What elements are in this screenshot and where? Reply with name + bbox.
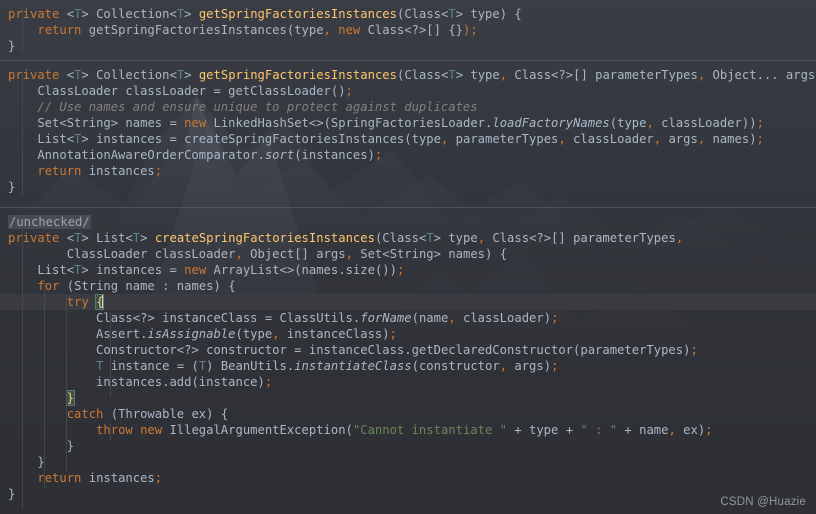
code-line[interactable]: } [0,438,816,454]
code-line[interactable]: return instances; [0,470,816,486]
text-caret [102,295,104,308]
code-line[interactable]: } [0,179,816,195]
code-line[interactable]: private <T> Collection<T> getSpringFacto… [0,67,816,83]
code-line[interactable]: } [0,38,816,54]
code-line[interactable]: } [0,390,816,406]
code-line[interactable]: Constructor<?> constructor = instanceCla… [0,342,816,358]
block-separator [0,207,816,208]
code-line[interactable]: for (String name : names) { [0,278,816,294]
code-line[interactable]: Set<String> names = new LinkedHashSet<>(… [0,115,816,131]
code-line[interactable]: return getSpringFactoriesInstances(type,… [0,22,816,38]
code-editor-surface[interactable]: private <T> Collection<T> getSpringFacto… [0,0,816,514]
suppress-warnings-chip-line[interactable]: /unchecked/ [0,214,816,230]
code-line[interactable]: ClassLoader classLoader = getClassLoader… [0,83,816,99]
code-line[interactable]: T instance = (T) BeanUtils.instantiateCl… [0,358,816,374]
code-line[interactable]: ClassLoader classLoader, Object[] args, … [0,246,816,262]
unchecked-chip: /unchecked/ [8,215,91,229]
code-line[interactable]: AnnotationAwareOrderComparator.sort(inst… [0,147,816,163]
code-line[interactable]: } [0,486,816,502]
code-line[interactable]: List<T> instances = new ArrayList<>(name… [0,262,816,278]
code-line[interactable]: private <T> Collection<T> getSpringFacto… [0,6,816,22]
csdn-watermark: CSDN @Huazie [720,496,806,508]
code-line[interactable]: } [0,454,816,470]
code-line[interactable]: instances.add(instance); [0,374,816,390]
code-line[interactable]: Assert.isAssignable(type, instanceClass)… [0,326,816,342]
block-separator [0,60,816,61]
code-line[interactable]: throw new IllegalArgumentException("Cann… [0,422,816,438]
code-line[interactable]: List<T> instances = createSpringFactorie… [0,131,816,147]
code-line[interactable]: private <T> List<T> createSpringFactorie… [0,230,816,246]
code-line-comment[interactable]: // Use names and ensure unique to protec… [0,99,816,115]
code-screenshot: private <T> Collection<T> getSpringFacto… [0,0,816,514]
code-line[interactable]: catch (Throwable ex) { [0,406,816,422]
code-line[interactable]: Class<?> instanceClass = ClassUtils.forN… [0,310,816,326]
code-line-current[interactable]: try { [0,294,816,310]
matched-close-brace: } [65,390,76,406]
code-line[interactable]: return instances; [0,163,816,179]
